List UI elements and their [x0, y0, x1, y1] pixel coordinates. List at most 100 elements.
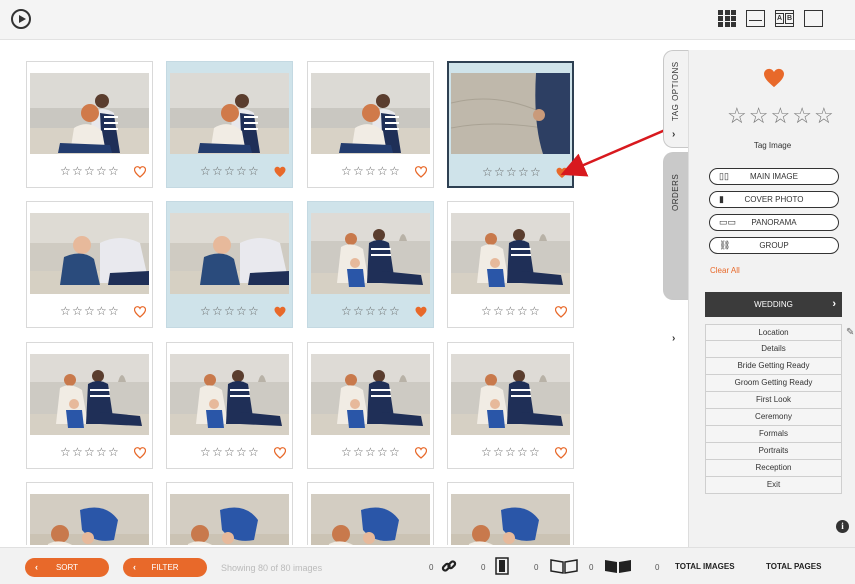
star-icon[interactable]: ☆: [389, 305, 400, 317]
photo-thumbnail[interactable]: [451, 213, 570, 294]
star-icon[interactable]: ☆: [84, 446, 95, 458]
compare-view-icon[interactable]: AB: [774, 10, 795, 27]
star-icon[interactable]: ☆: [72, 446, 83, 458]
heart-icon[interactable]: [415, 306, 427, 318]
star-icon[interactable]: ☆: [377, 446, 388, 458]
grid-view-icon[interactable]: [718, 10, 736, 27]
star-icon[interactable]: ☆: [212, 305, 223, 317]
star-icon[interactable]: ☆: [494, 166, 505, 178]
star-icon[interactable]: ☆: [505, 446, 516, 458]
heart-icon[interactable]: [274, 447, 286, 459]
filter-button[interactable]: ‹ FILTER: [123, 558, 207, 577]
heart-icon[interactable]: [556, 167, 568, 179]
subcategory-item[interactable]: First Look: [705, 392, 842, 409]
star-icon[interactable]: ☆: [84, 305, 95, 317]
photo-thumbnail[interactable]: [451, 354, 570, 435]
image-tile[interactable]: ☆☆☆☆☆: [166, 482, 293, 545]
star-icon[interactable]: ☆: [200, 305, 211, 317]
star-icon[interactable]: ☆: [96, 305, 107, 317]
star-icon[interactable]: ☆: [377, 165, 388, 177]
star-icon[interactable]: ☆: [529, 446, 540, 458]
subcategory-item[interactable]: Ceremony: [705, 409, 842, 426]
image-tile[interactable]: ☆☆☆☆☆: [26, 342, 153, 469]
photo-thumbnail[interactable]: [451, 494, 570, 545]
star-icon[interactable]: ☆: [365, 305, 376, 317]
image-tile[interactable]: ☆☆☆☆☆: [166, 201, 293, 328]
photo-thumbnail[interactable]: [30, 73, 149, 154]
heart-icon[interactable]: [415, 447, 427, 459]
heart-icon[interactable]: [134, 306, 146, 318]
star-icon[interactable]: ☆: [493, 446, 504, 458]
star-icon[interactable]: ☆: [482, 166, 493, 178]
star-icon[interactable]: ☆: [341, 446, 352, 458]
star-icon[interactable]: ☆: [60, 446, 71, 458]
heart-icon[interactable]: [555, 447, 567, 459]
heart-icon[interactable]: [134, 447, 146, 459]
star-icon[interactable]: ☆: [108, 165, 119, 177]
star-icon[interactable]: ☆: [108, 305, 119, 317]
heart-icon[interactable]: [274, 166, 286, 178]
image-tile[interactable]: ☆☆☆☆☆: [166, 61, 293, 188]
star-icon[interactable]: ☆: [224, 165, 235, 177]
photo-thumbnail[interactable]: [170, 213, 289, 294]
star-icon[interactable]: ☆: [96, 446, 107, 458]
star-icon[interactable]: ☆: [749, 105, 769, 127]
photo-thumbnail[interactable]: [30, 354, 149, 435]
star-icon[interactable]: ☆: [72, 305, 83, 317]
pencil-icon[interactable]: ✎: [846, 327, 854, 338]
star-icon[interactable]: ☆: [248, 165, 259, 177]
star-icon[interactable]: ☆: [389, 165, 400, 177]
subcategory-item[interactable]: Bride Getting Ready: [705, 358, 842, 375]
star-icon[interactable]: ☆: [530, 166, 541, 178]
image-tile[interactable]: ☆☆☆☆☆: [307, 342, 434, 469]
star-icon[interactable]: ☆: [529, 305, 540, 317]
image-tile[interactable]: ☆☆☆☆☆: [307, 482, 434, 545]
star-icon[interactable]: ☆: [353, 446, 364, 458]
star-icon[interactable]: ☆: [108, 446, 119, 458]
star-icon[interactable]: ☆: [792, 105, 812, 127]
star-icon[interactable]: ☆: [505, 305, 516, 317]
star-icon[interactable]: ☆: [481, 305, 492, 317]
play-slideshow-icon[interactable]: [11, 9, 31, 29]
sort-button[interactable]: ‹ SORT: [25, 558, 109, 577]
photo-thumbnail[interactable]: [30, 213, 149, 294]
star-icon[interactable]: ☆: [224, 305, 235, 317]
star-icon[interactable]: ☆: [96, 165, 107, 177]
photo-thumbnail[interactable]: [30, 494, 149, 545]
photo-thumbnail[interactable]: [311, 73, 430, 154]
star-icon[interactable]: ☆: [481, 446, 492, 458]
star-icon[interactable]: ☆: [353, 165, 364, 177]
image-tile[interactable]: ☆☆☆☆☆: [26, 201, 153, 328]
image-tile[interactable]: ☆☆☆☆☆: [447, 201, 574, 328]
photo-thumbnail[interactable]: [311, 213, 430, 294]
image-tile[interactable]: ☆☆☆☆☆: [26, 61, 153, 188]
fullscreen-view-icon[interactable]: [804, 10, 823, 27]
subcategory-item[interactable]: Formals: [705, 426, 842, 443]
image-tile[interactable]: ☆☆☆☆☆: [447, 482, 574, 545]
star-icon[interactable]: ☆: [353, 305, 364, 317]
image-tile[interactable]: ☆☆☆☆☆: [307, 201, 434, 328]
star-icon[interactable]: ☆: [200, 446, 211, 458]
group-button[interactable]: ⛓ GROUP: [709, 237, 839, 254]
tab-orders[interactable]: ORDERS ›: [663, 152, 688, 344]
subcategory-item[interactable]: Reception: [705, 460, 842, 477]
star-icon[interactable]: ☆: [814, 105, 834, 127]
clear-all-link[interactable]: Clear All: [710, 266, 740, 275]
star-icon[interactable]: ☆: [60, 165, 71, 177]
star-icon[interactable]: ☆: [224, 446, 235, 458]
main-image-button[interactable]: ▯▯ MAIN IMAGE: [709, 168, 839, 185]
star-icon[interactable]: ☆: [84, 165, 95, 177]
photo-thumbnail[interactable]: [170, 73, 289, 154]
star-icon[interactable]: ☆: [493, 305, 504, 317]
photo-thumbnail[interactable]: [311, 354, 430, 435]
single-view-icon[interactable]: [746, 10, 765, 27]
star-icon[interactable]: ☆: [200, 165, 211, 177]
star-icon[interactable]: ☆: [517, 446, 528, 458]
heart-icon[interactable]: [415, 166, 427, 178]
image-tile[interactable]: ☆☆☆☆☆: [307, 61, 434, 188]
star-icon[interactable]: ☆: [389, 446, 400, 458]
heart-icon[interactable]: [134, 166, 146, 178]
star-icon[interactable]: ☆: [517, 305, 528, 317]
star-icon[interactable]: ☆: [377, 305, 388, 317]
star-icon[interactable]: ☆: [236, 165, 247, 177]
